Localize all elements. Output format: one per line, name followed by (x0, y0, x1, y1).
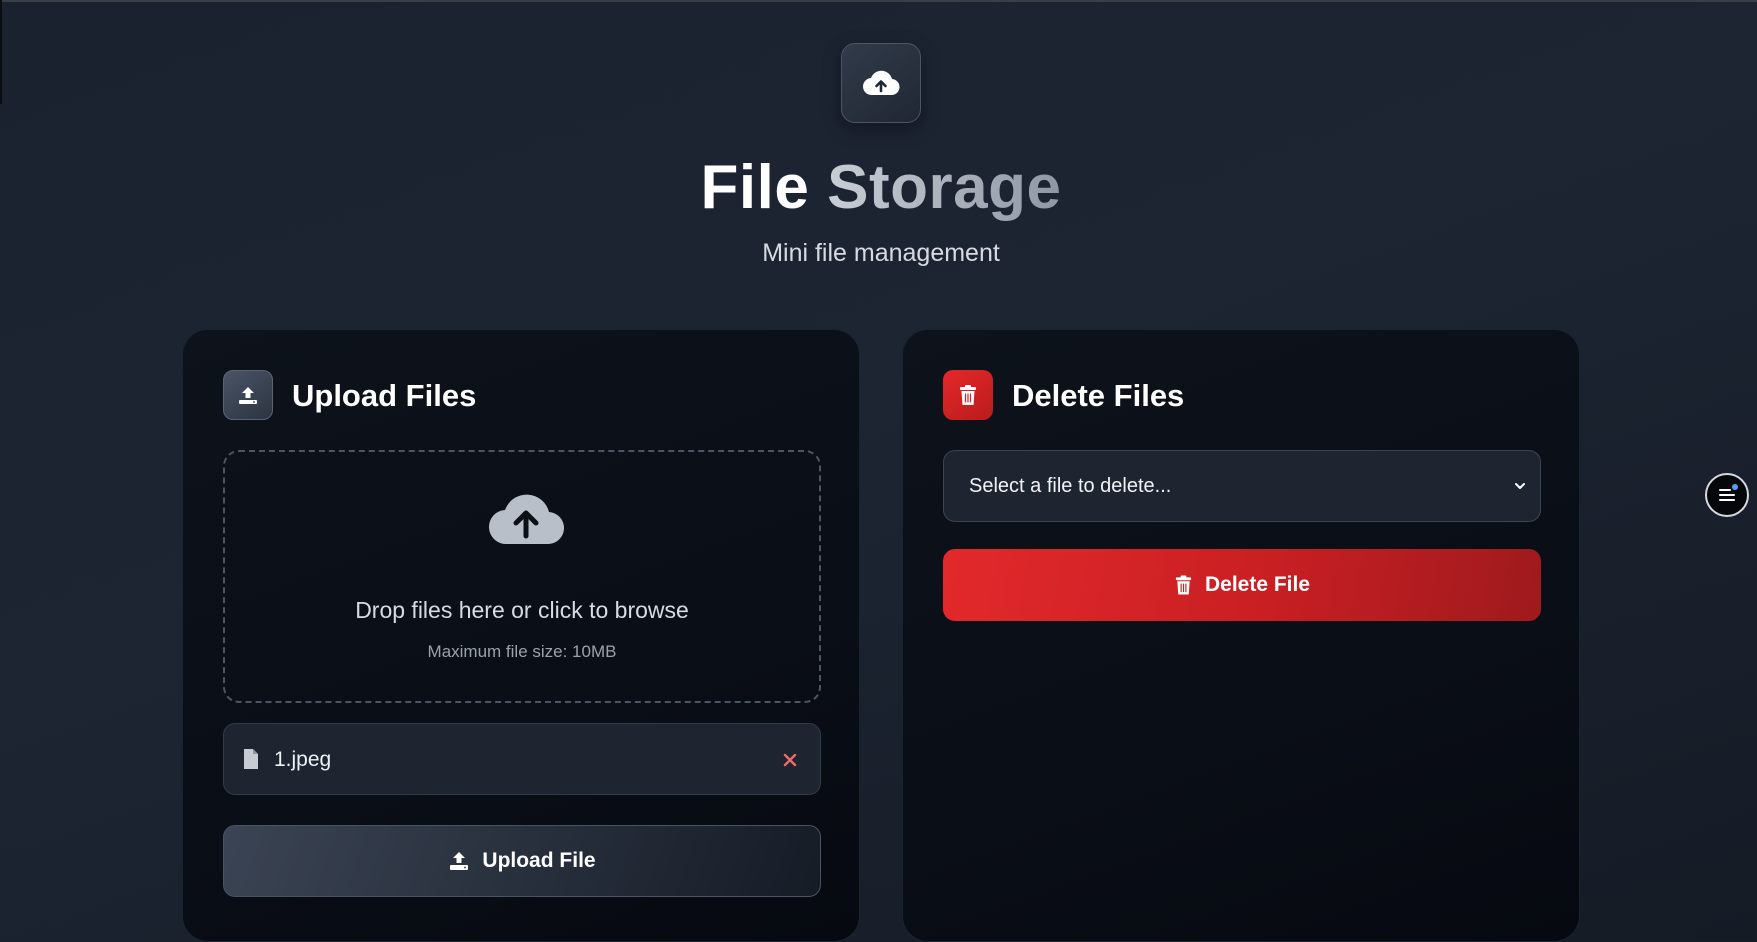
window-top-border (0, 0, 1757, 2)
upload-card-icon-badge (223, 370, 273, 420)
delete-file-button[interactable]: Delete File (943, 549, 1541, 621)
page-title: File Storage (0, 148, 1757, 228)
upload-card: Upload Files Drop files here or click to… (182, 329, 860, 942)
floating-menu-button[interactable] (1705, 473, 1749, 517)
trash-icon (960, 385, 976, 405)
delete-file-select-value: Select a file to delete... (969, 474, 1172, 497)
delete-file-button-label: Delete File (1204, 573, 1311, 596)
trash-icon (1175, 575, 1192, 595)
upload-file-button[interactable]: Upload File (223, 825, 821, 897)
cloud-upload-icon (488, 494, 565, 545)
dropzone-hint: Maximum file size: 10MB (427, 642, 617, 661)
file-dropzone[interactable]: Drop files here or click to browse Maxim… (223, 450, 821, 703)
upload-card-title: Upload Files (292, 378, 477, 413)
page-subtitle: Mini file management (762, 239, 1000, 267)
dropzone-text: Drop files here or click to browse (355, 597, 689, 623)
page-title-word-1: File (700, 153, 810, 222)
delete-card-title: Delete Files (1012, 378, 1185, 413)
selected-file-chip: 1.jpeg (223, 723, 821, 795)
window-left-border (0, 0, 2, 104)
page-title-word-2: Storage (827, 153, 1062, 222)
remove-file-button[interactable] (776, 746, 804, 774)
file-icon (244, 749, 258, 769)
notification-dot (1732, 484, 1738, 490)
hero-cloud-badge (841, 43, 921, 123)
delete-card: Delete Files Select a file to delete... … (902, 329, 1580, 942)
delete-file-select[interactable]: Select a file to delete... (943, 450, 1541, 522)
selected-file-name: 1.jpeg (274, 748, 332, 771)
close-icon (783, 753, 797, 767)
delete-card-icon-badge (943, 370, 993, 420)
upload-tray-icon (239, 387, 257, 404)
cloud-upload-icon (862, 70, 900, 96)
chevron-down-icon (1515, 483, 1525, 489)
upload-tray-icon (450, 852, 469, 870)
upload-file-button-label: Upload File (482, 849, 596, 872)
